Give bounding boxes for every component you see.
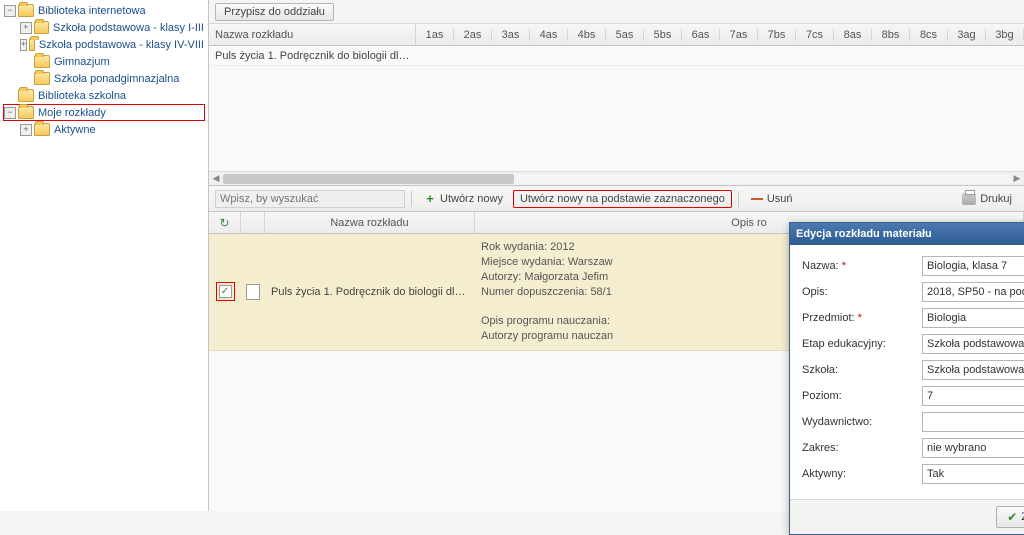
toggle-icon[interactable]: + <box>20 39 27 51</box>
row-name: Puls życia 1. Podręcznik do biologii dla… <box>209 50 416 62</box>
folder-icon <box>34 123 50 136</box>
select-zakres[interactable]: nie wybrano▼ <box>922 438 1024 458</box>
toggle-icon[interactable]: − <box>4 107 16 119</box>
tree-node[interactable]: Gimnazjum <box>0 53 208 70</box>
mid-toolbar: + Utwórz nowy Utwórz nowy na podstawie z… <box>209 186 1024 212</box>
tree-node[interactable]: Szkoła ponadgimnazjalna <box>0 70 208 87</box>
grid-col[interactable]: 8as <box>834 29 872 41</box>
tree-label: Moje rozkłady <box>38 107 106 119</box>
tree-node[interactable]: + Aktywne <box>0 121 208 138</box>
folder-icon <box>29 38 35 51</box>
check-icon: ✔ <box>1007 510 1017 524</box>
label-etap: Etap edukacyjny: <box>802 338 922 350</box>
label-zakres: Zakres: <box>802 442 922 454</box>
create-based-label: Utwórz nowy na podstawie zaznaczonego <box>520 193 725 205</box>
dialog-title: Edycja rozkładu materiału <box>796 228 932 240</box>
assign-button[interactable]: Przypisz do oddziału <box>215 3 334 21</box>
input-opis[interactable] <box>922 282 1024 302</box>
tree-label: Gimnazjum <box>54 56 110 68</box>
grid-col[interactable]: 3bg <box>986 29 1024 41</box>
tree-label: Biblioteka internetowa <box>38 5 146 17</box>
create-new-label: Utwórz nowy <box>440 193 503 205</box>
col-name[interactable]: Nazwa rozkładu <box>209 24 416 45</box>
tree-node[interactable]: − Moje rozkłady <box>3 104 205 121</box>
nav-tree: − Biblioteka internetowa + Szkoła podstawow… <box>0 0 209 511</box>
grid-col[interactable]: 8bs <box>872 29 910 41</box>
tree-node[interactable]: − Biblioteka internetowa <box>0 2 208 19</box>
scroll-left-icon[interactable]: ◀ <box>209 172 223 186</box>
folder-icon <box>18 4 34 17</box>
refresh-icon: ↻ <box>219 216 229 230</box>
grid-col[interactable]: 2as <box>454 29 492 41</box>
folder-icon <box>34 72 50 85</box>
grid-col[interactable]: 4bs <box>568 29 606 41</box>
folder-icon <box>18 106 34 119</box>
label-wydawnictwo: Wydawnictwo: <box>802 416 922 428</box>
top-toolbar: Przypisz do oddziału <box>209 0 1024 24</box>
scroll-right-icon[interactable]: ▶ <box>1010 172 1024 186</box>
grid-col[interactable]: 7cs <box>796 29 834 41</box>
select-poziom[interactable]: 7▼ <box>922 386 1024 406</box>
save-button[interactable]: ✔Zapisz <box>996 506 1024 528</box>
toggle-icon[interactable]: − <box>4 5 16 17</box>
folder-icon <box>34 55 50 68</box>
label-poziom: Poziom: <box>802 390 922 402</box>
tree-node[interactable]: + Szkoła podstawowa - klasy I-III <box>0 19 208 36</box>
folder-icon <box>34 21 49 34</box>
select-przedmiot[interactable]: Biologia▼ <box>922 308 1024 328</box>
label-przedmiot: Przedmiot: * <box>802 312 922 324</box>
row-name-bottom: Puls życia 1. Podręcznik do biologii dla… <box>265 286 475 298</box>
grid-col[interactable]: 5bs <box>644 29 682 41</box>
delete-button[interactable]: Usuń <box>745 191 799 207</box>
select-aktywny[interactable]: Tak▼ <box>922 464 1024 484</box>
row-checkbox-wrap: ✓ <box>216 282 235 301</box>
col-icon <box>241 212 265 233</box>
edit-dialog: Edycja rozkładu materiału ✕ Nazwa: * Opi… <box>789 222 1024 535</box>
grid-col[interactable]: 3ag <box>948 29 986 41</box>
top-grid-row[interactable]: Puls życia 1. Podręcznik do biologii dla… <box>209 46 1024 66</box>
tree-label: Biblioteka szkolna <box>38 90 126 102</box>
tree-node[interactable]: Biblioteka szkolna <box>0 87 208 104</box>
print-icon <box>962 193 976 205</box>
row-checkbox[interactable]: ✓ <box>219 285 232 298</box>
create-new-button[interactable]: + Utwórz nowy <box>418 191 509 207</box>
input-wydawnictwo[interactable] <box>922 412 1024 432</box>
grid-col[interactable]: 5as <box>606 29 644 41</box>
grid-col[interactable]: 6as <box>682 29 720 41</box>
grid-col[interactable]: 1as <box>416 29 454 41</box>
tree-node[interactable]: + Szkoła podstawowa - klasy IV-VIII <box>0 36 208 53</box>
toggle-icon[interactable]: + <box>20 22 32 34</box>
grid-col[interactable]: 7as <box>720 29 758 41</box>
label-opis: Opis: <box>802 286 922 298</box>
label-nazwa: Nazwa: * <box>802 260 922 272</box>
select-etap[interactable]: Szkoła podstawowa - klasy IV-VIII▼ <box>922 334 1024 354</box>
input-nazwa[interactable] <box>922 256 1024 276</box>
top-grid-header: Nazwa rozkładu 1as2as3as4as4bs5as5bs6as7… <box>209 24 1024 46</box>
tree-label: Szkoła podstawowa - klasy IV-VIII <box>39 39 204 51</box>
horizontal-scrollbar[interactable]: ◀ ▶ <box>209 171 1024 185</box>
select-szkola[interactable]: Szkoła podstawowa, kl. 4-8▼ <box>922 360 1024 380</box>
create-based-button[interactable]: Utwórz nowy na podstawie zaznaczonego <box>513 190 732 208</box>
col-check[interactable]: ↻ <box>209 212 241 233</box>
tree-label: Szkoła podstawowa - klasy I-III <box>53 22 204 34</box>
label-szkola: Szkoła: <box>802 364 922 376</box>
delete-label: Usuń <box>767 193 793 205</box>
folder-icon <box>18 89 34 102</box>
grid-col[interactable]: 3as <box>492 29 530 41</box>
grid-col[interactable]: 4as <box>530 29 568 41</box>
minus-icon <box>751 198 763 200</box>
grid-col[interactable]: 7bs <box>758 29 796 41</box>
print-label: Drukuj <box>980 193 1012 205</box>
grid-col[interactable]: 8cs <box>910 29 948 41</box>
col-name-bottom[interactable]: Nazwa rozkładu <box>265 212 475 233</box>
tree-label: Aktywne <box>54 124 96 136</box>
label-aktywny: Aktywny: <box>802 468 922 480</box>
search-input[interactable] <box>215 190 405 208</box>
dialog-title-bar[interactable]: Edycja rozkładu materiału ✕ <box>790 223 1024 245</box>
tree-label: Szkoła ponadgimnazjalna <box>54 73 179 85</box>
toggle-icon[interactable]: + <box>20 124 32 136</box>
document-icon <box>246 284 260 300</box>
print-button[interactable]: Drukuj <box>956 191 1018 207</box>
plus-icon: + <box>424 193 436 205</box>
